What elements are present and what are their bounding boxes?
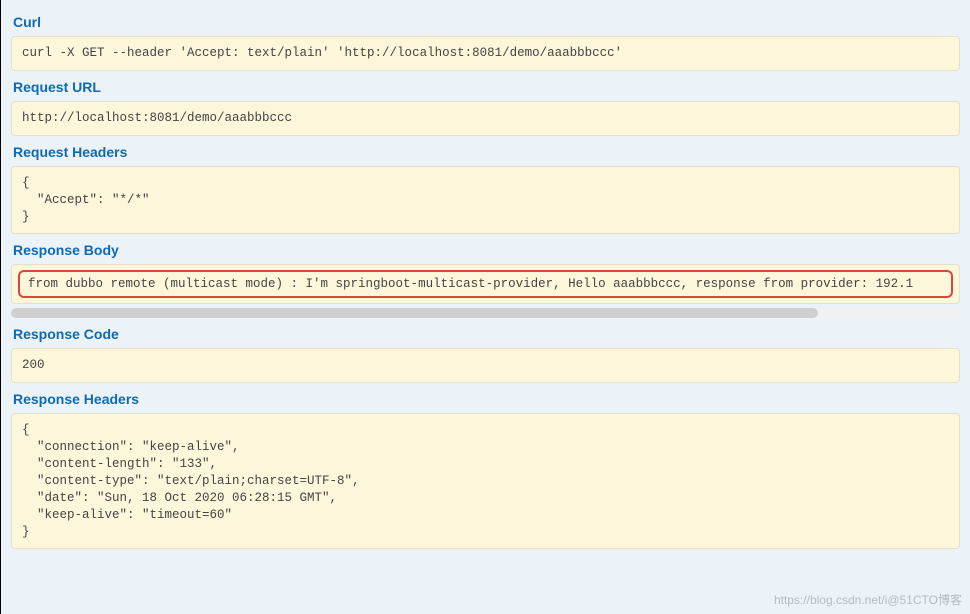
response-body-content: from dubbo remote (multicast mode) : I'm… <box>18 270 953 298</box>
request-url-content[interactable]: http://localhost:8081/demo/aaabbbccc <box>11 101 960 136</box>
response-code-content[interactable]: 200 <box>11 348 960 383</box>
request-headers-title: Request Headers <box>13 144 958 160</box>
response-body-title: Response Body <box>13 242 958 258</box>
response-headers-title: Response Headers <box>13 391 958 407</box>
curl-content[interactable]: curl -X GET --header 'Accept: text/plain… <box>11 36 960 71</box>
response-code-title: Response Code <box>13 326 958 342</box>
response-headers-content[interactable]: { "connection": "keep-alive", "content-l… <box>11 413 960 549</box>
request-headers-content[interactable]: { "Accept": "*/*" } <box>11 166 960 235</box>
watermark: https://blog.csdn.net/i@51CTO博客 <box>774 591 962 608</box>
horizontal-scrollbar[interactable] <box>11 308 960 318</box>
swagger-response-panel: Curl curl -X GET --header 'Accept: text/… <box>0 0 970 614</box>
response-body-block[interactable]: from dubbo remote (multicast mode) : I'm… <box>11 264 960 304</box>
curl-title: Curl <box>13 14 958 30</box>
request-url-title: Request URL <box>13 79 958 95</box>
scrollbar-thumb[interactable] <box>11 308 818 318</box>
